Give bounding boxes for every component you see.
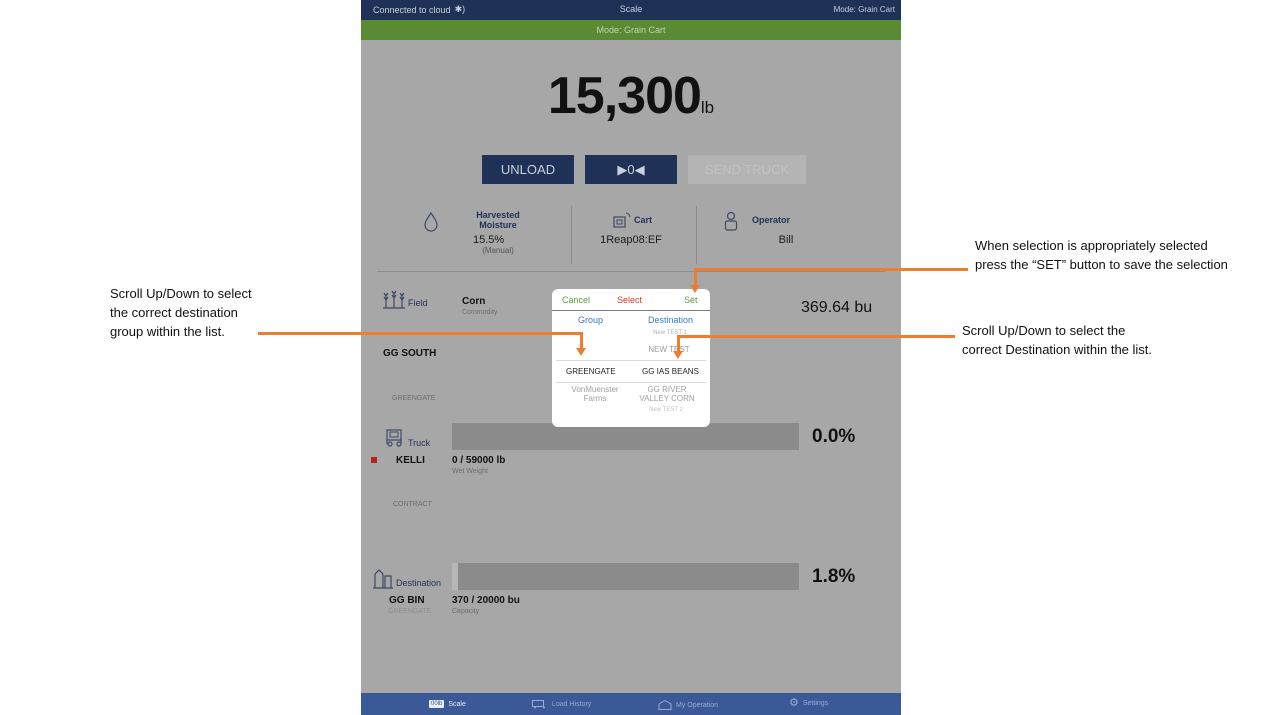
annotation-arrow <box>677 335 680 351</box>
destination-name[interactable]: GG BIN <box>389 595 425 606</box>
tab-scale-label: Scale <box>448 700 466 708</box>
truck-percent: 0.0% <box>812 426 856 447</box>
gear-icon: ⚙ <box>789 697 799 709</box>
destination-percent: 1.8% <box>812 566 856 587</box>
truck-icon <box>532 700 545 709</box>
tab-settings[interactable]: ⚙ Settings <box>789 697 829 709</box>
moisture-icon <box>423 211 439 237</box>
send-truck-button[interactable]: SEND TRUCK <box>688 155 806 184</box>
tab-my-operation-label: My Operation <box>676 701 719 709</box>
moisture-info[interactable]: Harvested Moisture 15.5% (Manual) <box>463 210 533 255</box>
picker-destination-option[interactable]: GG RIVER VALLEY CORN <box>634 385 700 403</box>
cart-info[interactable]: Cart 1Reap08:EF <box>591 210 671 246</box>
bottom-tab-bar: 00lb Scale Load History My Operation ⚙ S… <box>361 693 901 715</box>
annotation-arrowhead <box>690 285 700 293</box>
annotation-text: the correct destination <box>110 305 238 320</box>
picker-group-selected[interactable]: GREENGATE <box>566 367 616 376</box>
destination-label: Destination <box>396 578 442 588</box>
annotation-text: correct Destination within the list. <box>962 342 1153 357</box>
mode-banner: Mode: Grain Cart <box>361 20 901 40</box>
field-name[interactable]: GG SOUTH <box>383 348 436 359</box>
tablet-screen: Connected to cloud ✱) Scale Mode: Grain … <box>361 0 901 715</box>
operator-value: Bill <box>778 234 794 246</box>
destination-progress-fill <box>452 563 459 590</box>
picker-selection-top-line <box>556 360 706 361</box>
unload-button[interactable]: UNLOAD <box>482 155 574 184</box>
moisture-value: 15.5% <box>473 234 505 246</box>
picker-set-button[interactable]: Set <box>684 295 698 305</box>
annotation-text: When selection is appropriately selected <box>975 238 1208 253</box>
field-commodity: Corn <box>462 296 486 307</box>
divider <box>571 206 572 264</box>
scale-icon: 00lb <box>429 700 445 708</box>
destination-load-sub: Capacity <box>452 608 480 615</box>
moisture-title-2: Moisture <box>479 220 517 230</box>
truck-sub: CONTRACT <box>393 501 432 508</box>
field-amount: 369.64 bu <box>801 299 873 316</box>
truck-progress-bar <box>452 423 799 450</box>
annotation-arrow <box>580 332 583 348</box>
tab-my-operation[interactable]: My Operation <box>658 700 718 710</box>
tab-settings-label: Settings <box>802 700 829 707</box>
annotation-set-note: When selection is appropriately selected… <box>975 236 1228 274</box>
weight-unit: lb <box>700 98 715 117</box>
tab-load-history-label: Load History <box>552 701 592 708</box>
cart-title: Cart <box>633 215 652 225</box>
field-commodity-sub: Commodity <box>462 309 498 316</box>
annotation-arrow <box>677 335 955 338</box>
truck-load: 0 / 59000 lb <box>452 455 506 466</box>
annotation-destination-note: Scroll Up/Down to select the correct Des… <box>962 321 1152 359</box>
truck-status-dot <box>371 457 377 463</box>
destination-icon <box>373 567 393 594</box>
annotation-arrowhead <box>576 348 586 356</box>
picker-cancel-button[interactable]: Cancel <box>562 295 590 305</box>
picker-destination-option[interactable]: NEW TEST <box>634 345 704 354</box>
divider <box>696 206 697 264</box>
field-label: Field <box>408 298 428 308</box>
weight-readout: 15,300lb <box>361 66 901 126</box>
moisture-note: (Manual) <box>482 246 514 255</box>
mode-label: Mode: Grain Cart <box>833 5 895 14</box>
truck-load-sub: Wet Weight <box>452 468 488 475</box>
annotation-arrow <box>258 332 583 335</box>
tab-scale[interactable]: 00lb Scale <box>429 700 466 708</box>
destination-load: 370 / 20000 bu <box>452 595 520 606</box>
annotation-group-note: Scroll Up/Down to select the correct des… <box>110 284 252 341</box>
picker-header-divider <box>552 310 710 311</box>
weight-value: 15,300 <box>547 67 702 125</box>
truck-icon <box>385 428 405 453</box>
divider <box>377 271 885 272</box>
zero-button[interactable]: ▶0◀ <box>585 155 677 184</box>
destination-picker-dialog: Cancel Select Set Group Destination New … <box>552 289 710 427</box>
annotation-text: Scroll Up/Down to select <box>110 286 252 301</box>
operator-title: Operator <box>751 215 790 225</box>
picker-group-column-header: Group <box>578 315 604 325</box>
screen-title: Scale <box>619 4 643 14</box>
status-bar: Connected to cloud ✱) Scale Mode: Grain … <box>361 0 901 20</box>
field-icon <box>383 288 405 315</box>
truck-name[interactable]: KELLI <box>396 455 425 466</box>
tab-load-history[interactable]: Load History <box>532 700 591 709</box>
destination-sub: GREENGATE <box>388 608 432 615</box>
field-sub: GREENGATE <box>392 395 436 402</box>
cart-value: 1Reap08:EF <box>600 234 662 246</box>
picker-selection-bottom-line <box>556 382 706 383</box>
picker-destination-column-header: Destination <box>648 315 694 325</box>
destination-progress-bar <box>452 563 799 590</box>
annotation-arrow <box>694 268 968 271</box>
annotation-text: press the “SET” button to save the selec… <box>975 257 1228 272</box>
picker-destination-option[interactable]: New TEST 2 <box>636 406 696 415</box>
moisture-title-1: Harvested <box>476 210 520 220</box>
annotation-text: Scroll Up/Down to select the <box>962 323 1126 338</box>
picker-title: Select <box>617 295 643 305</box>
barn-icon <box>658 700 672 710</box>
screenshot-stage: Connected to cloud ✱) Scale Mode: Grain … <box>0 0 1265 715</box>
annotation-text: group within the list. <box>110 324 225 339</box>
picker-destination-selected[interactable]: GG IAS BEANS <box>642 367 699 376</box>
annotation-arrow <box>694 268 697 285</box>
operator-info[interactable]: Operator Bill <box>736 210 806 246</box>
truck-label: Truck <box>408 438 431 448</box>
picker-group-option[interactable]: VonMuenster Farms <box>564 385 626 403</box>
annotation-arrowhead <box>673 351 683 359</box>
